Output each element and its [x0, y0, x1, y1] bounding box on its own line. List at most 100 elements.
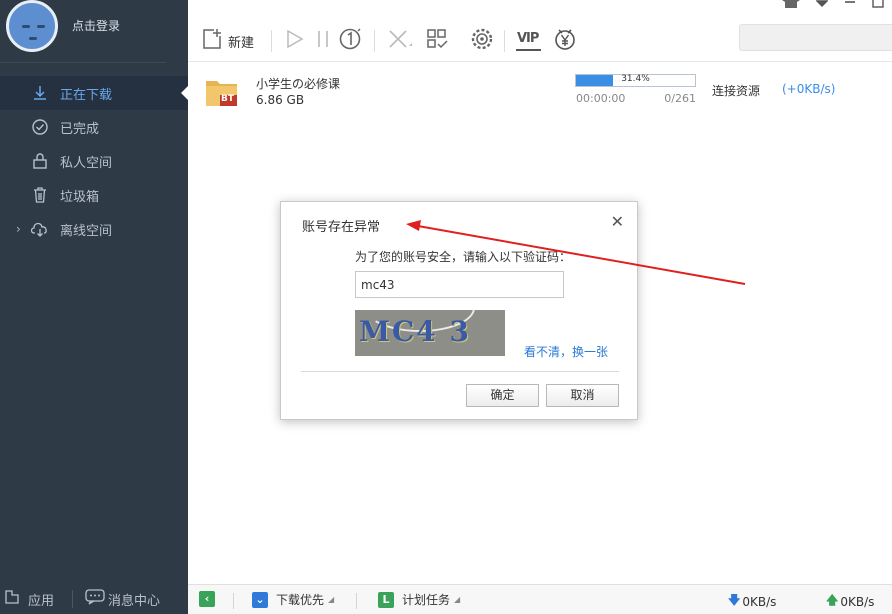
maximize-icon[interactable] — [872, 0, 884, 11]
message-center-label: 消息中心 — [108, 593, 161, 609]
apps-icon — [4, 589, 20, 609]
message-center-button[interactable]: 消息中心 — [85, 589, 160, 609]
sidebar-item-private-space[interactable]: 私人空间 — [0, 144, 188, 178]
footer-divider — [72, 590, 74, 608]
up-arrow-icon: 🡅 — [826, 593, 839, 607]
statusbar-divider — [233, 593, 234, 609]
delete-x-icon — [387, 28, 415, 54]
list-item[interactable]: BT 小学生の必修课 6.86 GB 31.4% 00:00:00 0/261 … — [188, 64, 892, 118]
schedule-l-icon: L — [378, 591, 394, 608]
sidebar-item-completed[interactable]: 已完成 — [0, 110, 188, 144]
search-input[interactable] — [739, 24, 892, 51]
dropdown-triangle-icon: ◢ — [454, 595, 461, 604]
sidebar-item-label: 垃圾箱 — [60, 189, 100, 205]
priority-button[interactable] — [338, 27, 362, 55]
grid-check-icon — [426, 28, 450, 54]
task-status: 连接资源 — [712, 84, 761, 98]
sidebar-item-downloading[interactable]: 正在下载 — [0, 76, 188, 110]
collapse-sidebar-button[interactable]: ‹ — [199, 591, 215, 607]
gear-icon — [469, 26, 495, 56]
minimize-icon[interactable] — [844, 0, 856, 11]
play-icon — [284, 28, 306, 54]
chevron-right-icon[interactable]: › — [16, 222, 21, 236]
ok-button[interactable]: 确定 — [466, 384, 539, 407]
sidebar-item-trash[interactable]: 垃圾箱 — [0, 178, 188, 212]
chevron-left-icon: ‹ — [199, 591, 215, 607]
toolbar: 新建 VIP — [188, 0, 892, 62]
refresh-captcha-link[interactable]: 看不清，换一张 — [524, 343, 608, 360]
close-icon[interactable]: ✕ — [611, 212, 624, 231]
schedule-label: 计划任务 — [402, 593, 451, 607]
toolbar-divider — [374, 30, 375, 52]
sidebar-footer: 应用 消息中心 — [0, 584, 188, 614]
download-arrow-icon — [30, 83, 50, 103]
batch-button[interactable] — [426, 27, 450, 55]
message-bubble-icon — [85, 589, 105, 609]
menu-down-icon[interactable] — [815, 0, 829, 11]
avatar[interactable] — [6, 0, 58, 52]
vip-icon: VIP — [516, 30, 542, 52]
dropdown-triangle-icon: ◢ — [328, 595, 335, 604]
statusbar-divider — [356, 593, 357, 609]
sidebar-item-label: 已完成 — [60, 121, 100, 137]
cloud-download-icon — [30, 219, 50, 239]
avatar-eye — [37, 25, 45, 28]
skin-shirt-icon[interactable] — [782, 0, 800, 11]
captcha-text: MC4 3 — [359, 315, 471, 348]
apps-button[interactable]: 应用 — [4, 589, 54, 609]
scheduled-tasks-button[interactable]: L 计划任务 ◢ — [378, 591, 460, 608]
sidebar-item-offline-space[interactable]: › 离线空间 — [0, 212, 188, 246]
captcha-input[interactable] — [355, 271, 564, 298]
check-circle-icon — [30, 117, 50, 137]
statusbar: ‹ ⌄ 下载优先 ◢ L 计划任务 ◢ 🡇 0KB/s 🡅 0KB/s — [188, 584, 892, 614]
progress-bar: 31.4% — [575, 74, 696, 87]
task-speed: (+0KB/s) — [782, 82, 836, 96]
toolbar-divider — [271, 30, 272, 52]
number-one-circle-icon — [338, 27, 362, 55]
sidebar-item-label: 离线空间 — [60, 223, 113, 239]
new-label: 新建 — [228, 35, 255, 51]
new-plus-icon — [202, 28, 222, 54]
avatar-eye — [22, 25, 30, 28]
captcha-image: MC4 3 — [355, 310, 505, 356]
elapsed-time: 00:00:00 — [576, 92, 626, 105]
lock-icon — [30, 151, 50, 171]
settings-button[interactable] — [469, 27, 495, 55]
delete-button[interactable] — [387, 27, 415, 55]
vip-button[interactable]: VIP — [516, 27, 542, 55]
dialog-divider — [301, 371, 619, 372]
sidebar-item-label: 正在下载 — [60, 87, 113, 103]
yen-coin-icon — [552, 26, 578, 56]
sidebar-item-label: 私人空间 — [60, 155, 113, 171]
source-count: 0/261 — [664, 92, 696, 105]
download-speed: 🡇 0KB/s — [728, 591, 776, 612]
down-speed-value: 0KB/s — [742, 594, 777, 609]
download-priority-button[interactable]: ⌄ 下载优先 ◢ — [252, 591, 334, 608]
start-button[interactable] — [284, 27, 306, 55]
verification-dialog: 账号存在异常 ✕ 为了您的账号安全，请输入以下验证码： MC4 3 看不清，换一… — [280, 201, 638, 420]
sidebar: 点击登录 正在下载 已完成 私人空间 垃圾箱 › 离线空间 应用 消息中心 — [0, 0, 188, 614]
pause-button[interactable] — [316, 27, 330, 55]
wallet-button[interactable] — [552, 27, 578, 55]
vip-underline — [516, 49, 541, 51]
cancel-button[interactable]: 取消 — [546, 384, 619, 407]
bt-folder-icon: BT — [205, 75, 237, 106]
down-arrow-icon: 🡇 — [728, 593, 741, 607]
task-name: 小学生の必修课 — [256, 77, 341, 91]
dialog-prompt: 为了您的账号安全，请输入以下验证码： — [355, 250, 572, 264]
up-speed-value: 0KB/s — [840, 594, 875, 609]
priority-label: 下载优先 — [276, 593, 325, 607]
new-task-button[interactable]: 新建 — [202, 27, 254, 55]
apps-label: 应用 — [28, 593, 55, 609]
priority-chevron-icon: ⌄ — [252, 591, 268, 608]
toolbar-divider — [504, 30, 505, 52]
upload-speed: 🡅 0KB/s — [826, 591, 874, 612]
bt-badge: BT — [221, 94, 234, 104]
trash-icon — [30, 185, 50, 205]
sidebar-divider — [0, 62, 166, 63]
vip-label: VIP — [517, 31, 539, 46]
pause-icon — [316, 28, 330, 54]
login-link[interactable]: 点击登录 — [72, 17, 120, 34]
task-size: 6.86 GB — [256, 93, 305, 107]
window-controls — [774, 0, 892, 11]
